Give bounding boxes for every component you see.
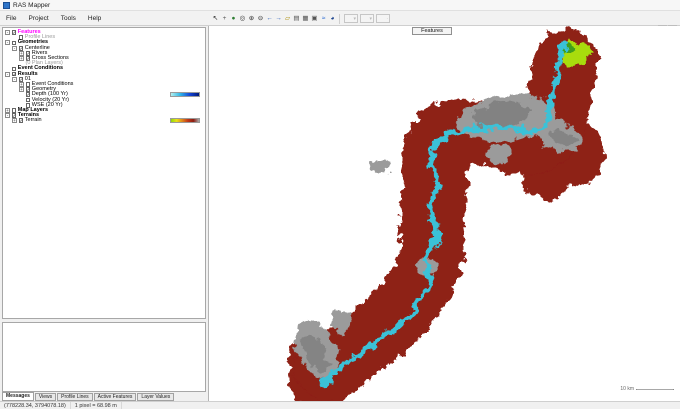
layer-checkbox[interactable] <box>11 66 17 72</box>
profile-combo[interactable]: ▾ <box>360 14 374 23</box>
profile-lines-tool-icon[interactable]: ≈ <box>319 13 328 24</box>
map-view: Features 10 km <box>208 26 680 401</box>
tree-expander-icon[interactable]: - <box>12 45 17 51</box>
menu-items: File Project Tools Help <box>0 11 107 25</box>
layer-checkbox[interactable] <box>25 97 31 103</box>
tree-expander-icon[interactable]: + <box>12 118 17 124</box>
menu-item-file[interactable]: File <box>0 11 22 25</box>
layer-checkbox[interactable] <box>11 40 17 46</box>
zoom-extents-icon[interactable]: ● <box>229 13 238 24</box>
web-imagery-icon[interactable]: ◕ <box>328 13 337 24</box>
status-coordinates: (778228.34, 3794078.18) <box>0 402 71 409</box>
plot-table-icon[interactable]: ▤ <box>292 13 301 24</box>
layer-checkbox[interactable]: ✓ <box>11 30 16 35</box>
map-scale-bar: 10 km <box>620 386 674 392</box>
menu-item-project[interactable]: Project <box>22 11 54 25</box>
map-canvas[interactable] <box>209 26 680 401</box>
menu-bar: FileProjectToolsHelp ↖+●◎⊕⊖←→▱▤▦▣≈◕▾▾· –… <box>0 11 680 33</box>
tree-expander-icon[interactable]: + <box>19 87 24 93</box>
scale-bar-line <box>636 388 674 390</box>
print-map-icon[interactable]: ▣ <box>310 13 319 24</box>
tab-active-features[interactable]: Active Features <box>93 393 137 401</box>
depth-legend-ramp <box>170 92 200 98</box>
zoom-window-icon[interactable]: ◎ <box>238 13 247 24</box>
select-tool-icon[interactable]: ↖ <box>211 13 220 24</box>
tree-expander-icon[interactable]: - <box>5 30 10 36</box>
tree-expander-icon[interactable]: - <box>5 113 10 119</box>
tree-expander-icon[interactable]: + <box>19 56 24 62</box>
layer-checkbox[interactable]: ✓ <box>18 45 23 51</box>
messages-panel <box>2 322 206 392</box>
layer-label: 01 <box>24 75 31 82</box>
animation-step-button[interactable]: · <box>376 14 390 23</box>
tab-layer-values[interactable]: Layer Values <box>137 393 175 401</box>
menu-item-help[interactable]: Help <box>82 11 107 25</box>
layer-checkbox[interactable]: ✓ <box>18 118 23 124</box>
window-title: RAS Mapper <box>13 1 51 9</box>
map-toolbar: ↖ + ● ◎ ⊕ ⊖ ← → ▱ ▤ ▦ ▣ ≈ ◕ ▾ ▾ · <box>211 11 390 26</box>
layer-tree-panel: - ✓ Features Profile Lines - Geometries - ✓ Cent… <box>2 27 206 319</box>
flood-terrain-raster <box>288 30 605 401</box>
status-bar: (778228.34, 3794078.18) 1 pixel = 68.98 … <box>0 401 680 409</box>
layer-checkbox[interactable]: ✓ <box>25 92 30 98</box>
menu-item-tools[interactable]: Tools <box>55 11 82 25</box>
animation-combo[interactable]: ▾ <box>344 14 358 23</box>
scale-bar-label: 10 km <box>620 386 634 392</box>
layer-checkbox[interactable] <box>25 82 31 87</box>
layer-checkbox[interactable]: ✓ <box>11 113 16 118</box>
terrain-legend-ramp <box>170 118 200 124</box>
tree-expander-icon[interactable]: - <box>12 76 17 82</box>
layer-checkbox[interactable]: ✓ <box>25 50 30 56</box>
layer-checkbox[interactable]: ✓ <box>18 76 23 82</box>
ras-mapper-window: RAS Mapper File Project Tools Help ↖ + ● ◎ ⊕ ⊖ ← →… <box>0 0 680 409</box>
app-icon <box>3 1 10 9</box>
active-layer-label: Features <box>412 27 452 35</box>
zoom-in-icon[interactable]: ⊕ <box>247 13 256 24</box>
pan-tool-icon[interactable]: + <box>220 13 229 24</box>
tab-messages[interactable]: Messages <box>2 392 34 401</box>
tree-expander-icon[interactable]: - <box>5 40 10 46</box>
measure-tool-icon[interactable]: ▱ <box>283 13 292 24</box>
tree-expander-icon[interactable]: - <box>5 71 10 77</box>
layer-checkbox[interactable]: ✓ <box>25 87 30 93</box>
layer-checkbox[interactable]: ✓ <box>11 71 16 77</box>
layer-label: Terrain <box>24 117 42 124</box>
status-pixel-scale: 1 pixel = 68.98 m <box>71 402 122 409</box>
title-bar: RAS Mapper <box>0 0 680 11</box>
bottom-tabs: Messages Views Profile Lines Active Feature… <box>2 392 175 401</box>
tab-profile-lines[interactable]: Profile Lines <box>57 393 93 401</box>
tab-views[interactable]: Views <box>34 393 57 401</box>
next-view-icon[interactable]: → <box>274 13 283 24</box>
previous-view-icon[interactable]: ← <box>265 13 274 24</box>
zoom-out-icon[interactable]: ⊖ <box>256 13 265 24</box>
toolbar-separator <box>339 13 340 24</box>
tree-row[interactable]: + ✓ Terrain <box>3 117 205 124</box>
layer-checkbox[interactable] <box>11 108 17 113</box>
plot-grid-icon[interactable]: ▦ <box>301 13 310 24</box>
